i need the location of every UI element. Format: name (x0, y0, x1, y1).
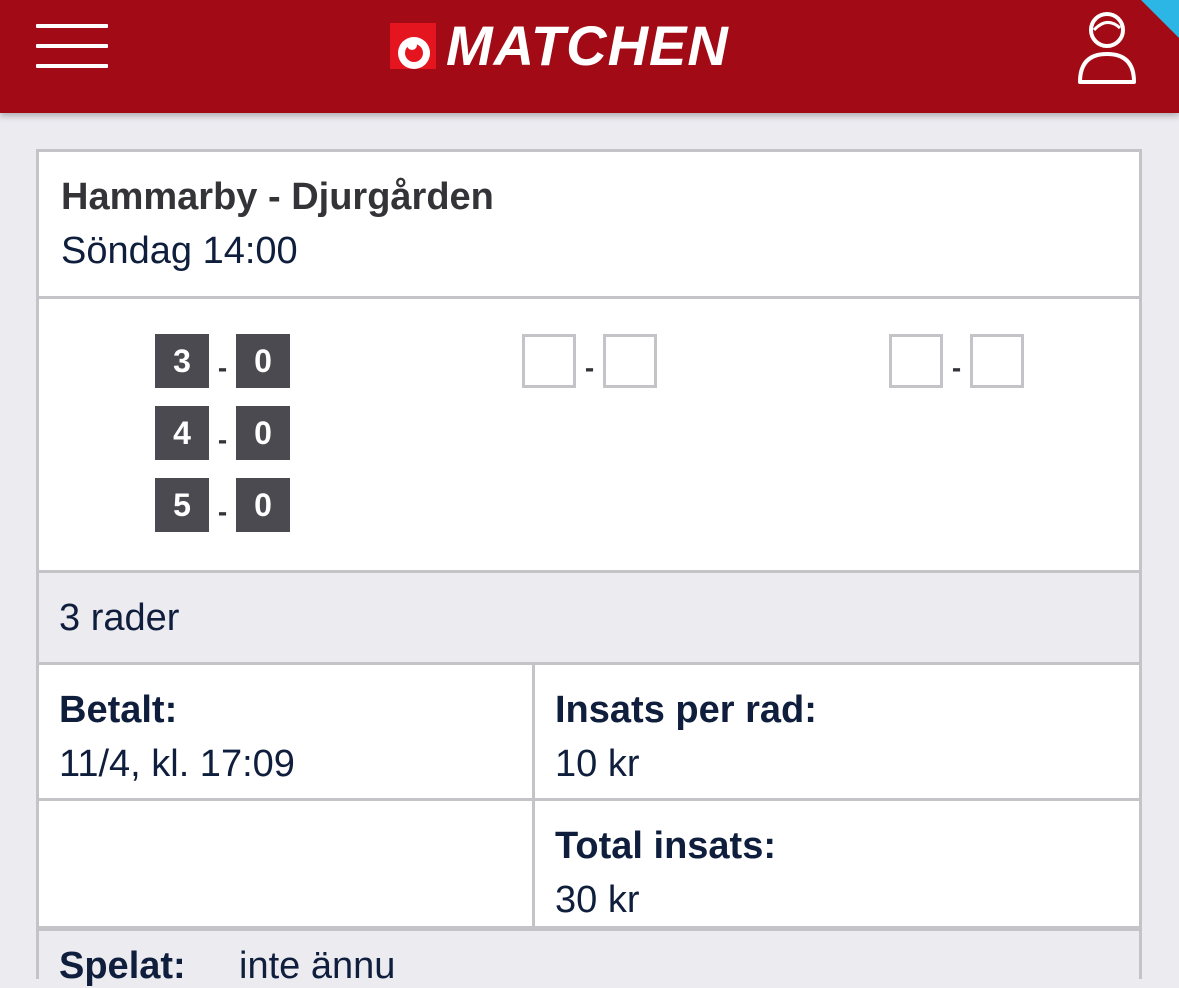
bet-card: Hammarby - Djurgården Söndag 14:00 3 - 0… (36, 149, 1142, 988)
home-score-box[interactable]: 5 (155, 478, 209, 532)
svenska-spel-logo-icon (390, 23, 436, 69)
total-stake-value: 30 kr (555, 879, 640, 921)
score-column-2: - (522, 334, 657, 406)
paid-cell: Betalt: 11/4, kl. 17:09 (39, 665, 535, 798)
away-score-box[interactable]: 0 (236, 406, 290, 460)
played-label: Spelat: (59, 945, 186, 987)
score-row: 4 - 0 (155, 406, 290, 460)
score-separator: - (584, 352, 595, 383)
top-bar: MATCHEN (0, 0, 1179, 113)
paid-label: Betalt: (59, 689, 178, 731)
score-separator: - (217, 424, 228, 455)
away-score-box[interactable] (970, 334, 1024, 388)
score-separator: - (951, 352, 962, 383)
played-row: Spelat: inte ännu (39, 928, 1139, 988)
score-column-3: - (889, 334, 1024, 406)
match-header: Hammarby - Djurgården Söndag 14:00 (39, 152, 1139, 299)
away-score-box[interactable] (603, 334, 657, 388)
away-score-box[interactable]: 0 (236, 334, 290, 388)
paid-value: 11/4, kl. 17:09 (59, 743, 295, 785)
hamburger-menu-icon[interactable] (36, 24, 108, 68)
rows-count: 3 rader (59, 597, 180, 639)
home-score-box[interactable] (522, 334, 576, 388)
away-score-box[interactable]: 0 (236, 478, 290, 532)
score-row: 5 - 0 (155, 478, 290, 532)
score-column-1: 3 - 0 4 - 0 5 - 0 (155, 334, 290, 550)
home-score-box[interactable]: 4 (155, 406, 209, 460)
summary-row-2: Total insats: 30 kr (39, 801, 1139, 929)
total-stake-cell: Total insats: 30 kr (535, 801, 1139, 926)
home-score-box[interactable] (889, 334, 943, 388)
empty-cell (39, 801, 535, 926)
summary-row-1: Betalt: 11/4, kl. 17:09 Insats per rad: … (39, 665, 1139, 801)
match-title: Hammarby - Djurgården (61, 176, 494, 218)
score-row: - (889, 334, 1024, 388)
score-row: - (522, 334, 657, 388)
score-row: 3 - 0 (155, 334, 290, 388)
stake-per-row-label: Insats per rad: (555, 689, 817, 731)
corner-badge (1141, 0, 1179, 38)
home-score-box[interactable]: 3 (155, 334, 209, 388)
brand-name: MATCHEN (446, 14, 729, 77)
match-time: Söndag 14:00 (61, 230, 298, 272)
stake-per-row-cell: Insats per rad: 10 kr (535, 665, 1139, 798)
score-separator: - (217, 352, 228, 383)
total-stake-label: Total insats: (555, 825, 776, 867)
rows-count-bar: 3 rader (39, 570, 1139, 665)
score-separator: - (217, 496, 228, 527)
brand-logo[interactable]: MATCHEN (390, 14, 729, 77)
user-profile-icon[interactable] (1076, 12, 1138, 84)
played-value: inte ännu (239, 945, 396, 987)
stake-per-row-value: 10 kr (555, 743, 640, 785)
